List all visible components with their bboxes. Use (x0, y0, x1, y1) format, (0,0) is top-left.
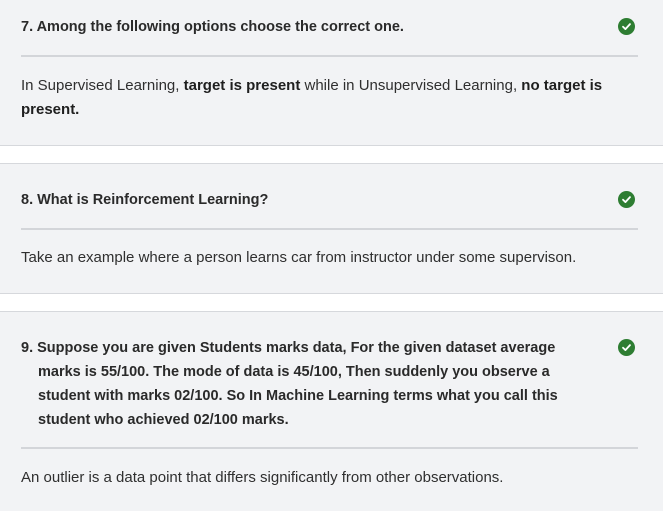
question-card-9: 9. Suppose you are given Students marks … (0, 311, 663, 511)
card-gap (0, 146, 663, 163)
check-circle-icon (618, 191, 635, 208)
question-card-8: 8. What is Reinforcement Learning? Take … (0, 163, 663, 294)
question-9-title: 9. Suppose you are given Students marks … (21, 340, 558, 428)
answer-7: In Supervised Learning, target is presen… (21, 74, 621, 122)
answer-7-part-1: In Supervised Learning, (21, 77, 184, 94)
question-divider (21, 447, 638, 449)
question-divider (21, 55, 638, 57)
answer-7-part-3: while in Unsupervised Learning, (300, 77, 522, 94)
answer-7-part-2: target is present (183, 77, 301, 94)
question-8-title: 8. What is Reinforcement Learning? (21, 192, 269, 208)
question-card-7: 7. Among the following options choose th… (0, 0, 663, 146)
answer-9: An outlier is a data point that differs … (21, 469, 504, 486)
question-7-title: 7. Among the following options choose th… (21, 19, 404, 35)
card-gap (0, 294, 663, 311)
check-circle-icon (618, 339, 635, 356)
question-divider (21, 228, 638, 230)
answer-8: Take an example where a person learns ca… (21, 249, 577, 266)
check-circle-icon (618, 18, 635, 35)
